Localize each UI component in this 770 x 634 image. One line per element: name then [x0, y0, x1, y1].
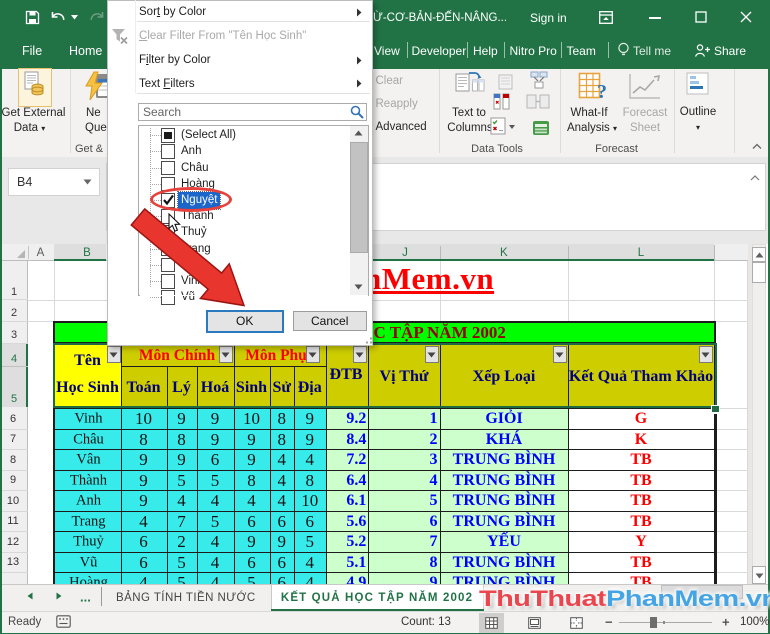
svg-text:?: ?	[597, 81, 607, 102]
